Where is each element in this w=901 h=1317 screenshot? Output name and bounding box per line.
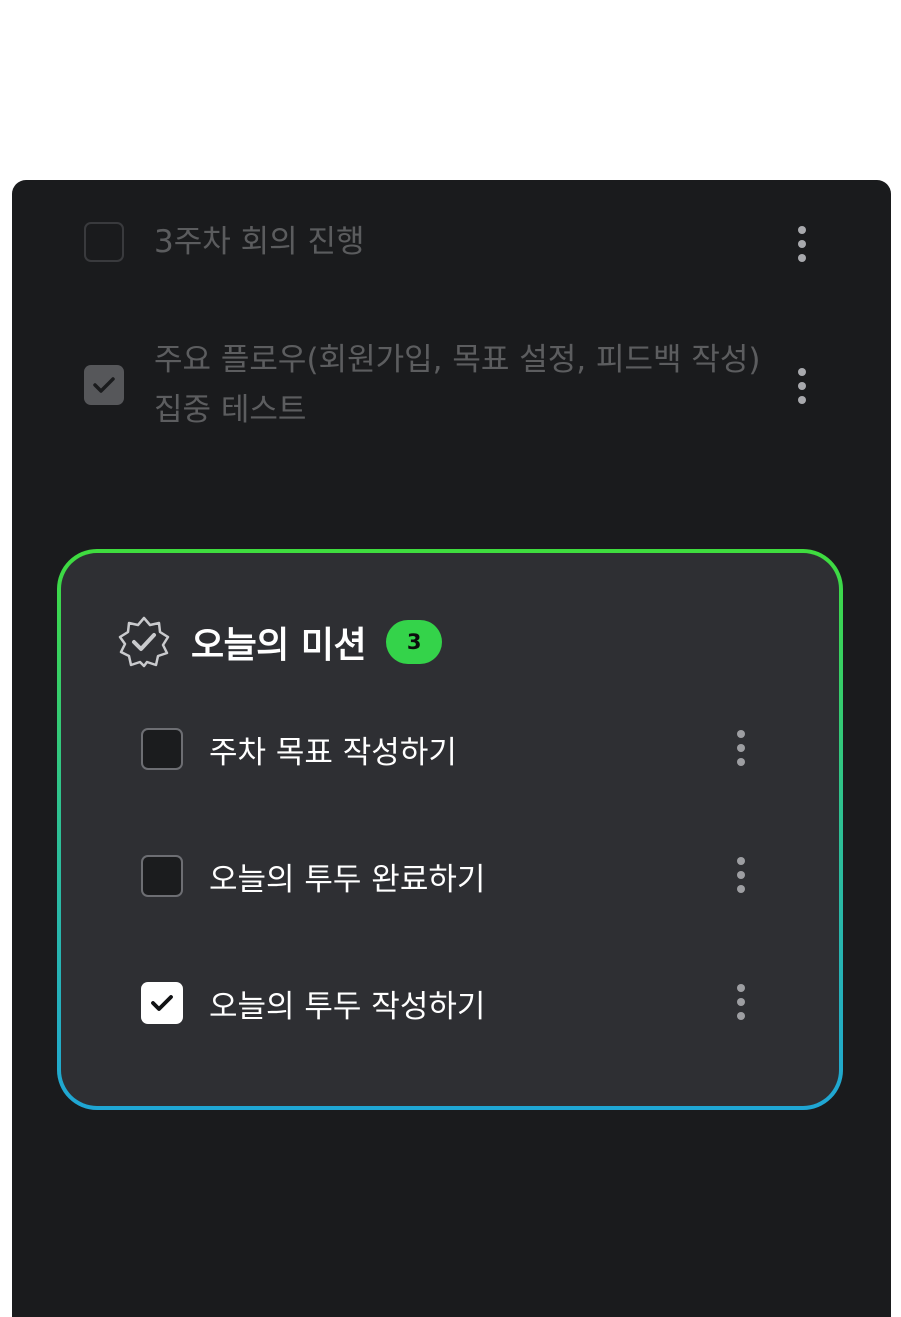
mission-count-badge: 3: [386, 620, 443, 664]
more-options-icon[interactable]: [796, 368, 808, 404]
mission-header: 오늘의 미션 3: [117, 615, 443, 669]
mission-item[interactable]: 오늘의 투두 완료하기: [141, 855, 761, 898]
checkmark-icon: [93, 377, 115, 393]
mission-title: 오늘의 미션: [191, 625, 367, 666]
mission-card-body: 오늘의 미션 3 주차 목표 작성하기 오늘의 투두 완료하기 오늘의 투두 작…: [61, 553, 839, 1106]
more-options-icon[interactable]: [735, 730, 747, 766]
mission-card: 오늘의 미션 3 주차 목표 작성하기 오늘의 투두 완료하기 오늘의 투두 작…: [57, 549, 843, 1110]
mission-checkbox[interactable]: [141, 982, 183, 1024]
more-options-icon[interactable]: [796, 226, 808, 262]
more-options-icon[interactable]: [735, 857, 747, 893]
mission-label: 오늘의 투두 완료하기: [209, 861, 486, 898]
todo-label: 주요 플로우(회원가입, 목표 설정, 피드백 작성) 집중 테스트: [154, 342, 761, 428]
mission-item[interactable]: 오늘의 투두 작성하기: [141, 982, 761, 1025]
checkmark-icon: [151, 995, 173, 1011]
todo-label: 3주차 회의 진행: [154, 224, 365, 260]
todo-checkbox[interactable]: [84, 222, 124, 262]
mission-label: 주차 목표 작성하기: [209, 734, 457, 771]
todo-item[interactable]: 3주차 회의 진행: [84, 222, 819, 267]
more-options-icon[interactable]: [735, 984, 747, 1020]
todo-item[interactable]: 주요 플로우(회원가입, 목표 설정, 피드백 작성) 집중 테스트: [84, 335, 819, 435]
todo-checkbox[interactable]: [84, 365, 124, 405]
todo-panel: 3주차 회의 진행 주요 플로우(회원가입, 목표 설정, 피드백 작성) 집중…: [12, 180, 891, 1317]
mission-checkbox[interactable]: [141, 728, 183, 770]
mission-checkbox[interactable]: [141, 855, 183, 897]
verified-badge-icon: [118, 616, 170, 668]
mission-item[interactable]: 주차 목표 작성하기: [141, 728, 761, 771]
mission-label: 오늘의 투두 작성하기: [209, 988, 486, 1025]
